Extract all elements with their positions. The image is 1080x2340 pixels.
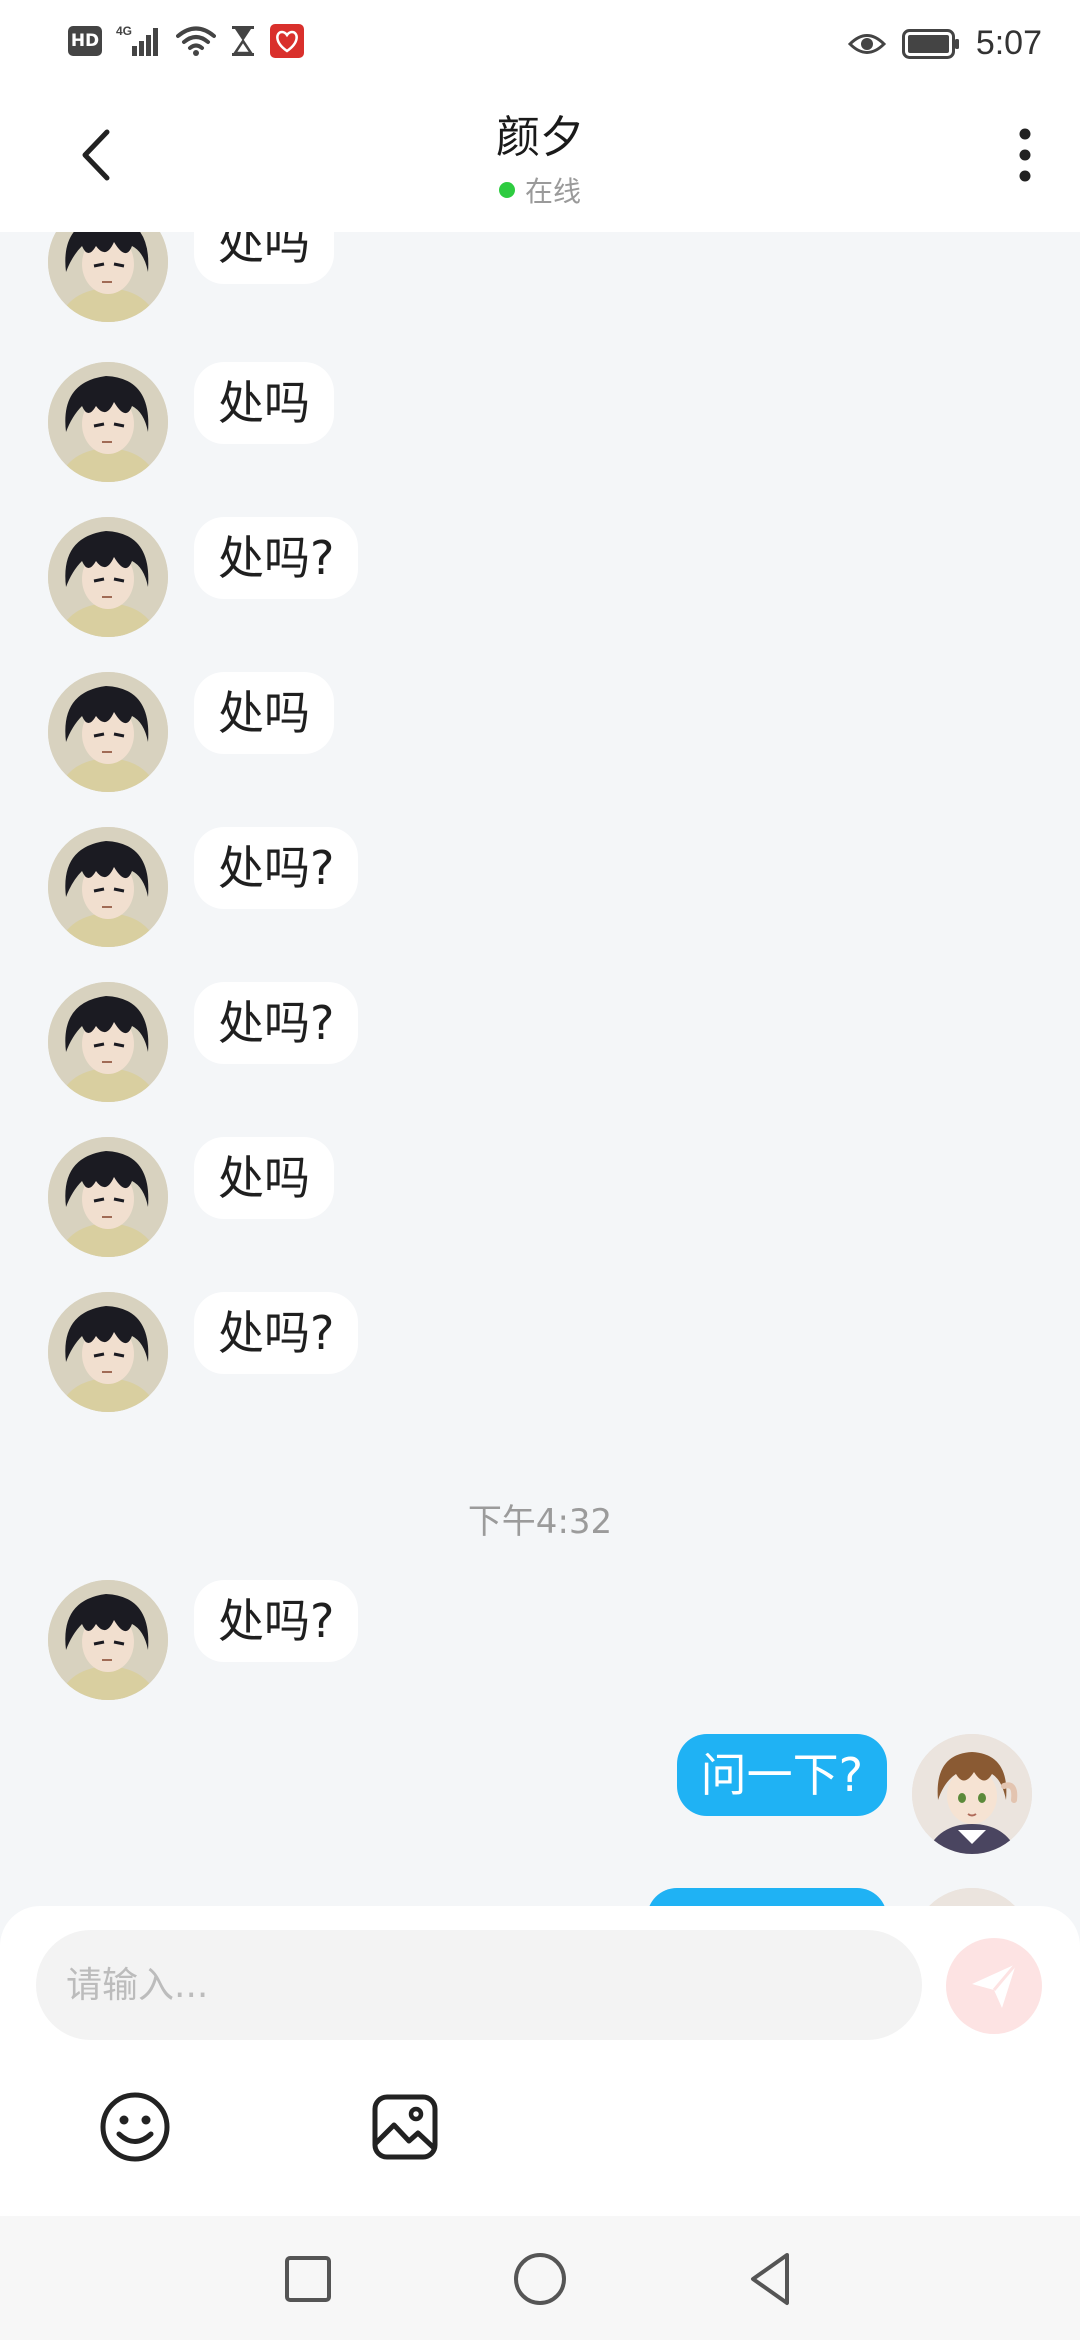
back-button[interactable] bbox=[62, 120, 132, 190]
hourglass-icon bbox=[232, 26, 254, 56]
message-bubble[interactable]: 处吗 bbox=[194, 362, 334, 444]
online-dot-icon bbox=[498, 182, 515, 198]
more-options-button[interactable] bbox=[990, 120, 1060, 190]
message-row-outgoing: 问一下? bbox=[0, 1734, 1080, 1864]
anime-girl-avatar-icon bbox=[912, 1734, 1032, 1854]
contact-avatar[interactable] bbox=[48, 672, 168, 792]
app-notification-icon bbox=[270, 24, 304, 58]
nav-back-button[interactable] bbox=[735, 2244, 805, 2314]
message-row-incoming: 处吗 bbox=[0, 1137, 1080, 1267]
message-row-incoming: 处吗 bbox=[0, 362, 1080, 492]
message-row-incoming: 处吗? bbox=[0, 827, 1080, 957]
message-bubble[interactable]: 处吗? bbox=[194, 982, 359, 1064]
anime-boy-avatar-icon bbox=[48, 517, 168, 637]
message-bubble[interactable]: 处吗? bbox=[194, 517, 359, 599]
recent-apps-button[interactable] bbox=[273, 2244, 343, 2314]
anime-boy-avatar-icon bbox=[48, 1137, 168, 1257]
system-nav-bar bbox=[0, 2216, 1080, 2340]
message-bubble[interactable]: 处吗 bbox=[194, 672, 334, 754]
home-icon bbox=[514, 2253, 566, 2305]
back-icon bbox=[751, 2253, 789, 2305]
vertical-dots-icon bbox=[1019, 128, 1031, 182]
contact-name: 颜夕 bbox=[496, 112, 584, 163]
emoji-button[interactable] bbox=[90, 2082, 180, 2172]
message-bubble-outgoing[interactable] bbox=[647, 1888, 887, 1906]
anime-boy-avatar-icon bbox=[48, 362, 168, 482]
contact-info: 颜夕 在线 bbox=[340, 110, 740, 210]
my-avatar[interactable] bbox=[912, 1734, 1032, 1854]
online-status: 在线 bbox=[340, 170, 740, 210]
compose-panel bbox=[0, 1906, 1080, 2216]
chat-header: 颜夕 在线 bbox=[0, 90, 1080, 232]
message-row-outgoing bbox=[0, 1888, 1080, 1906]
image-button[interactable] bbox=[360, 2082, 450, 2172]
anime-boy-avatar-icon bbox=[48, 232, 168, 322]
message-row-incoming: 处吗? bbox=[0, 1580, 1080, 1710]
message-timestamp: 下午4:32 bbox=[467, 1502, 613, 1542]
message-bubble[interactable]: 处吗 bbox=[194, 1137, 334, 1219]
message-row-incoming: 处吗 bbox=[0, 232, 1080, 332]
anime-boy-avatar-icon bbox=[48, 672, 168, 792]
battery-icon bbox=[901, 28, 959, 59]
eye-icon bbox=[847, 33, 886, 54]
smiley-icon bbox=[100, 2092, 170, 2162]
image-icon bbox=[372, 2094, 438, 2160]
message-bubble[interactable]: 处吗? bbox=[194, 1580, 359, 1662]
status-left: HD 4G bbox=[68, 24, 304, 58]
anime-boy-avatar-icon bbox=[48, 827, 168, 947]
contact-avatar[interactable] bbox=[48, 362, 168, 482]
message-bubble-outgoing[interactable]: 问一下? bbox=[676, 1734, 887, 1816]
chevron-left-icon bbox=[82, 129, 110, 181]
message-bubble[interactable]: 处吗? bbox=[194, 827, 359, 909]
online-status-label: 在线 bbox=[524, 175, 581, 208]
message-bubble[interactable]: 处吗 bbox=[194, 232, 334, 284]
home-button[interactable] bbox=[505, 2244, 575, 2314]
paper-plane-icon bbox=[972, 1963, 1018, 2008]
anime-boy-avatar-icon bbox=[48, 982, 168, 1102]
message-row-incoming: 处吗? bbox=[0, 517, 1080, 647]
contact-avatar[interactable] bbox=[48, 517, 168, 637]
contact-avatar[interactable] bbox=[48, 1292, 168, 1412]
message-row-incoming: 处吗? bbox=[0, 982, 1080, 1112]
contact-avatar[interactable] bbox=[48, 232, 168, 322]
anime-boy-avatar-icon bbox=[48, 1580, 168, 1700]
message-row-incoming: 处吗 bbox=[0, 672, 1080, 802]
message-bubble[interactable]: 处吗? bbox=[194, 1292, 359, 1374]
send-button[interactable] bbox=[946, 1938, 1042, 2034]
message-input[interactable] bbox=[36, 1930, 922, 2040]
hd-icon: HD bbox=[68, 26, 102, 56]
anime-girl-avatar-icon bbox=[912, 1888, 1032, 1906]
contact-avatar[interactable] bbox=[48, 1137, 168, 1257]
my-avatar[interactable] bbox=[912, 1888, 1032, 1906]
message-list[interactable]: 处吗 处吗 处吗? 处吗 处吗? 处吗? 处吗 处吗? 下午4:32 处吗? 问… bbox=[0, 232, 1080, 1906]
wifi-icon bbox=[176, 26, 216, 56]
status-bar: HD 4G 5:07 bbox=[0, 0, 1080, 90]
network-type-label: 4G bbox=[116, 24, 132, 38]
contact-avatar[interactable] bbox=[48, 982, 168, 1102]
message-row-incoming: 处吗? bbox=[0, 1292, 1080, 1422]
contact-avatar[interactable] bbox=[48, 1580, 168, 1700]
recent-apps-icon bbox=[285, 2256, 331, 2302]
signal-icon: 4G bbox=[116, 24, 158, 56]
anime-boy-avatar-icon bbox=[48, 1292, 168, 1412]
status-time: 5:07 bbox=[975, 24, 1042, 62]
status-right: 5:07 bbox=[847, 24, 1042, 63]
contact-avatar[interactable] bbox=[48, 827, 168, 947]
